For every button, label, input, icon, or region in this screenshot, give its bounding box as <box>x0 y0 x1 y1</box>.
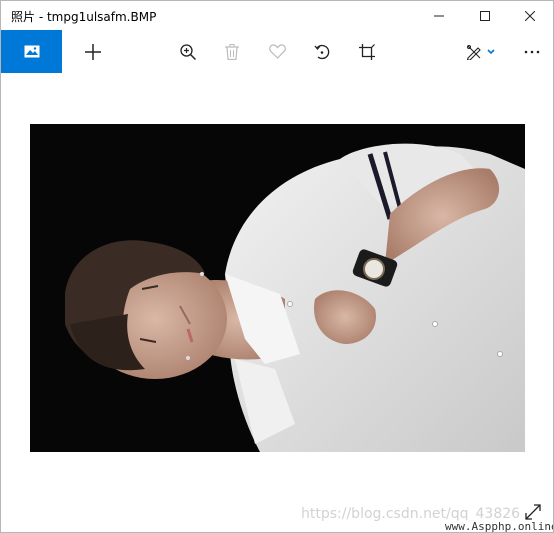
rotate-button[interactable] <box>305 30 339 73</box>
toolbar <box>1 30 553 73</box>
zoom-in-icon <box>180 43 196 60</box>
close-icon <box>525 10 535 21</box>
more-icon <box>524 50 540 53</box>
edit-create-button[interactable] <box>457 30 505 73</box>
minimize-icon <box>434 15 444 16</box>
zoom-button[interactable] <box>171 30 205 73</box>
add-button[interactable] <box>76 30 110 73</box>
photos-app-icon <box>24 45 39 58</box>
trash-icon <box>225 43 239 60</box>
more-button[interactable] <box>515 30 549 73</box>
window-title: 照片 - tmpg1ulsafm.BMP <box>11 10 157 24</box>
minimize-button[interactable] <box>416 1 462 30</box>
photos-window: 照片 - tmpg1ulsafm.BMP https://blog.csdn.n… <box>0 0 554 533</box>
crop-icon <box>359 43 375 60</box>
maximize-button[interactable] <box>462 1 508 30</box>
photo-illustration <box>30 124 525 452</box>
rotate-icon <box>314 44 330 59</box>
photos-app-button[interactable] <box>1 30 62 73</box>
plus-icon <box>85 43 101 60</box>
expand-icon <box>525 504 541 520</box>
title-bar[interactable]: 照片 - tmpg1ulsafm.BMP <box>1 1 553 30</box>
image-viewer[interactable]: https://blog.csdn.net/qq_43826 www.Aspph… <box>1 73 553 532</box>
maximize-icon <box>480 10 490 21</box>
displayed-photo[interactable] <box>30 124 525 452</box>
crop-button[interactable] <box>350 30 384 73</box>
edit-create-icon <box>466 44 495 60</box>
fullscreen-button[interactable] <box>520 499 546 525</box>
favorite-button[interactable] <box>260 30 294 73</box>
close-button[interactable] <box>507 1 553 30</box>
heart-icon <box>268 44 286 59</box>
delete-button[interactable] <box>215 30 249 73</box>
